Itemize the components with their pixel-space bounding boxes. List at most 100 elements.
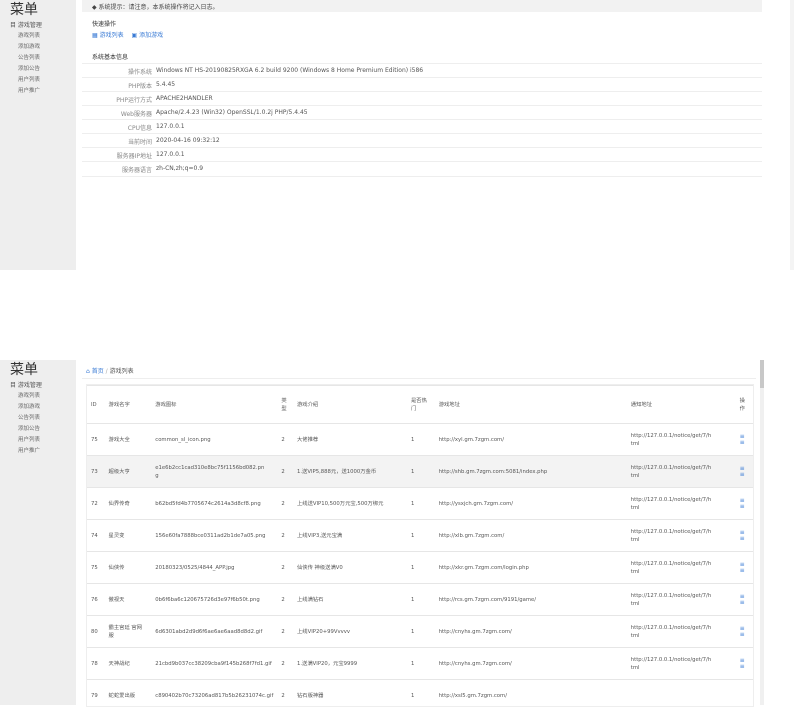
cell-id: 72: [87, 488, 105, 520]
cell-notice: http://127.0.0.1/notice/get/7/html: [627, 616, 736, 648]
cell-url: http://ysxjch.gm.7zgm.com/: [435, 488, 627, 520]
quick-link-game-list[interactable]: ▦ 游戏列表: [92, 32, 124, 39]
cell-type: 2: [277, 616, 293, 648]
cell-name: 蛇蛇爱出版: [105, 680, 152, 707]
sidebar-item-user-promo[interactable]: 用户推广: [0, 86, 76, 97]
cell-notice: http://127.0.0.1/notice/get/7/html: [627, 552, 736, 584]
scrollbar[interactable]: [760, 360, 764, 705]
game-list-main: ⌂ 首页 / 游戏列表 ID 游戏名字 游戏图标 类型 游戏介绍 是否热门 游戏…: [82, 360, 756, 705]
cell-op: ≡≡: [736, 456, 753, 488]
table-header: ID 游戏名字 游戏图标 类型 游戏介绍 是否热门 游戏地址 通知地址 操作: [87, 386, 753, 424]
sidebar-item-add-notice[interactable]: 添加公告: [0, 64, 76, 75]
col-notice: 通知地址: [627, 386, 736, 424]
sidebar-item-user-list[interactable]: 用户列表: [0, 435, 76, 446]
sysinfo-row: PHP运行方式 APACHE2HANDLER: [82, 91, 762, 106]
sidebar: 菜单 目 游戏管理 游戏列表 添加游戏 公告列表 添加公告 用户列表 用户推广: [0, 0, 76, 270]
sidebar-item-user-promo[interactable]: 用户推广: [0, 446, 76, 457]
cell-icon: 0b6f6ba6c120675726d3e97f6b50t.png: [151, 584, 277, 616]
cell-recommended: 1: [407, 616, 435, 648]
breadcrumb: ⌂ 首页 / 游戏列表: [82, 360, 756, 379]
table-container: ID 游戏名字 游戏图标 类型 游戏介绍 是否热门 游戏地址 通知地址 操作 7…: [86, 384, 754, 707]
cell-name: 仙界传奇: [105, 488, 152, 520]
home-icon: ⌂: [86, 368, 90, 375]
cell-op: ≡≡: [736, 520, 753, 552]
menu-title: 菜单: [0, 0, 76, 20]
cell-url: http://xlb.gm.7zgm.com/: [435, 520, 627, 552]
sysinfo-value: Apache/2.4.23 (Win32) OpenSSL/1.0.2j PHP…: [156, 109, 308, 116]
table-row: 72 仙界传奇 b62bd5fd4b7705674c2614a3d8cf8.pn…: [87, 488, 753, 520]
cell-icon: b62bd5fd4b7705674c2614a3d8cf8.png: [151, 488, 277, 520]
sidebar-item-game-list[interactable]: 游戏列表: [0, 31, 76, 42]
cell-type: 2: [277, 456, 293, 488]
sysinfo-label: 服务器IP地址: [117, 151, 152, 160]
quick-links: ▦ 游戏列表 ▣ 添加游戏: [92, 30, 163, 39]
sysinfo-value: 127.0.0.1: [156, 151, 185, 158]
table-row: 80 霸主宫廷 官网服 6d6301abd2d9d6f6ae6ae6aad8d8…: [87, 616, 753, 648]
sidebar-item-notice-list[interactable]: 公告列表: [0, 53, 76, 64]
add-icon: ▣: [132, 32, 140, 39]
cell-recommended: 1: [407, 424, 435, 456]
cell-id: 75: [87, 424, 105, 456]
cell-intro: 上线VIP20+99Vvvvv: [293, 616, 407, 648]
cell-icon: c890402b70c73206ad817b5b26231074c.gif: [151, 680, 277, 707]
dashboard-main: ◆ 系统提示：请注意，本系统操作将记入日志。 快速操作 ▦ 游戏列表 ▣ 添加游…: [82, 0, 762, 190]
scrollbar[interactable]: [790, 0, 794, 270]
delete-icon[interactable]: ≡: [740, 599, 745, 606]
sidebar-item-add-notice[interactable]: 添加公告: [0, 424, 76, 435]
sidebar-item-game-list[interactable]: 游戏列表: [0, 391, 76, 402]
delete-icon[interactable]: ≡: [740, 503, 745, 510]
table-row: 76 傲视天 0b6f6ba6c120675726d3e97f6b50t.png…: [87, 584, 753, 616]
table-row: 75 游戏大全 common_sl_icon.png 2 大佬推荐 1 http…: [87, 424, 753, 456]
cell-recommended: 1: [407, 456, 435, 488]
cell-url: http://xyl.gm.7zgm.com/: [435, 424, 627, 456]
cell-type: 2: [277, 648, 293, 680]
delete-icon[interactable]: ≡: [740, 663, 745, 670]
delete-icon[interactable]: ≡: [740, 439, 745, 446]
cell-intro: 上线VIP3,送元宝满: [293, 520, 407, 552]
breadcrumb-home[interactable]: 首页: [92, 368, 104, 375]
sysinfo-value: zh-CN,zh;q=0.9: [156, 165, 203, 172]
sidebar-item-add-game[interactable]: 添加游戏: [0, 402, 76, 413]
scrollbar-thumb[interactable]: [760, 360, 764, 388]
cell-notice: http://127.0.0.1/notice/get/7/html: [627, 488, 736, 520]
notice-text: ◆ 系统提示：请注意，本系统操作将记入日志。: [92, 2, 219, 11]
cell-name: 霸主宫廷 官网服: [105, 616, 152, 648]
cell-notice: http://127.0.0.1/notice/get/7/html: [627, 456, 736, 488]
sysinfo-row: 操作系统 Windows NT HS-20190825RXGA 6.2 buil…: [82, 63, 762, 78]
sysinfo-row: Web服务器 Apache/2.4.23 (Win32) OpenSSL/1.0…: [82, 105, 762, 120]
cell-type: 2: [277, 488, 293, 520]
cell-icon: e1e6b2cc1cad310e8bc75f1156bd082.png: [151, 456, 277, 488]
delete-icon[interactable]: ≡: [740, 535, 745, 542]
cell-type: 2: [277, 552, 293, 584]
cell-op: ≡≡: [736, 552, 753, 584]
cell-url: http://shb.gm.7zgm.com:5081/index.php: [435, 456, 627, 488]
breadcrumb-current: 游戏列表: [110, 368, 134, 375]
sidebar-item-notice-list[interactable]: 公告列表: [0, 413, 76, 424]
cell-op: ≡≡: [736, 648, 753, 680]
cell-recommended: 1: [407, 648, 435, 680]
cell-notice: http://127.0.0.1/notice/get/7/html: [627, 520, 736, 552]
delete-icon[interactable]: ≡: [740, 631, 745, 638]
sidebar-group[interactable]: 目 游戏管理: [0, 380, 76, 391]
sysinfo-label: 服务器语言: [122, 165, 152, 174]
sysinfo-value: 5.4.45: [156, 81, 175, 88]
sidebar-item-add-game[interactable]: 添加游戏: [0, 42, 76, 53]
quick-link-add-game[interactable]: ▣ 添加游戏: [132, 32, 164, 39]
table-row: 74 星灵变 156e60fa7888bce0311ad2b1de7a05.pn…: [87, 520, 753, 552]
delete-icon[interactable]: ≡: [740, 567, 745, 574]
sysinfo-row: 服务器语言 zh-CN,zh;q=0.9: [82, 161, 762, 177]
sysinfo-label: Web服务器: [121, 109, 152, 118]
sysinfo-label: 当前时间: [128, 137, 152, 146]
cell-op: [736, 680, 753, 707]
cell-name: 天神战纪: [105, 648, 152, 680]
cell-op: ≡≡: [736, 424, 753, 456]
cell-url: http://xkr.gm.7zgm.com/login.php: [435, 552, 627, 584]
cell-name: 仙侠传: [105, 552, 152, 584]
sidebar-item-user-list[interactable]: 用户列表: [0, 75, 76, 86]
sysinfo-value: APACHE2HANDLER: [156, 95, 213, 102]
cell-notice: http://127.0.0.1/notice/get/7/html: [627, 648, 736, 680]
cell-icon: 6d6301abd2d9d6f6ae6ae6aad8d8d2.gif: [151, 616, 277, 648]
top-panel: 菜单 目 游戏管理 游戏列表 添加游戏 公告列表 添加公告 用户列表 用户推广 …: [0, 0, 794, 270]
delete-icon[interactable]: ≡: [740, 471, 745, 478]
sidebar-group[interactable]: 目 游戏管理: [0, 20, 76, 31]
